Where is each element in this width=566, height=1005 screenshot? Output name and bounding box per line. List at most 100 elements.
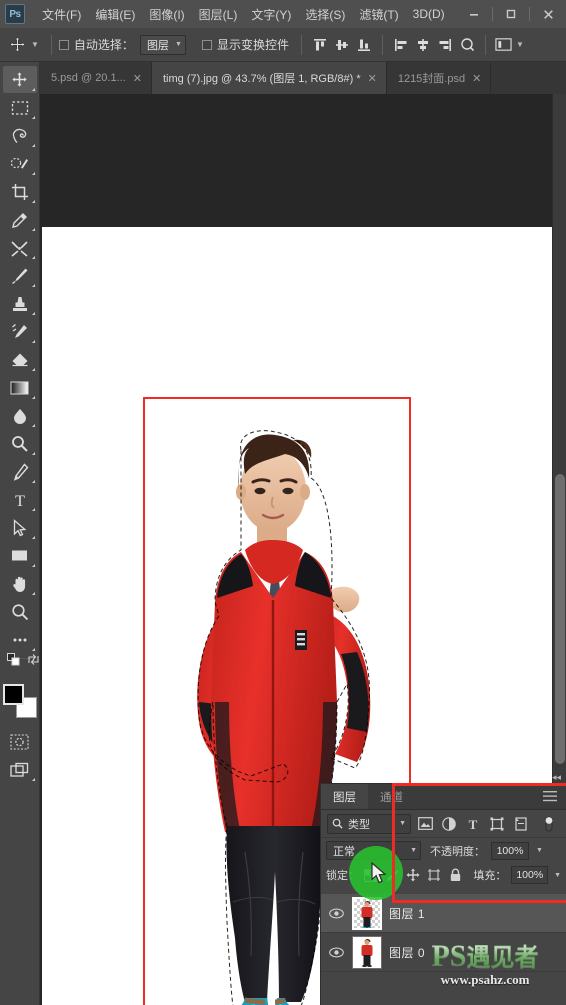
menu-type[interactable]: 文字(Y) xyxy=(244,4,298,25)
filter-smart-object-icon[interactable] xyxy=(511,814,531,834)
edit-toolbar-more-button[interactable] xyxy=(3,626,37,653)
opacity-chevron-down-icon[interactable]: ▼ xyxy=(536,847,543,854)
divider xyxy=(50,34,52,55)
document-tab-2[interactable]: timg (7).jpg @ 43.7% (图层 1, RGB/8#) * ✕ xyxy=(151,62,387,94)
opacity-value[interactable]: 100% xyxy=(491,841,529,860)
align-top-edges-icon[interactable] xyxy=(309,34,331,56)
color-swatches[interactable] xyxy=(2,684,37,718)
close-icon[interactable]: ✕ xyxy=(368,72,377,85)
layer-thumbnail[interactable] xyxy=(352,896,382,930)
lock-all-icon[interactable] xyxy=(446,866,465,885)
align-right-edges-icon[interactable] xyxy=(434,34,456,56)
align-bottom-edges-icon[interactable] xyxy=(353,34,375,56)
menu-file[interactable]: 文件(F) xyxy=(35,4,88,25)
clone-stamp-tool[interactable] xyxy=(3,290,37,317)
menu-layer[interactable]: 图层(L) xyxy=(192,4,245,25)
distribute-icon[interactable] xyxy=(456,34,478,56)
brush-tool[interactable] xyxy=(3,262,37,289)
tool-preset-chevron-down-icon[interactable]: ▼ xyxy=(31,40,39,49)
spot-healing-brush-tool[interactable] xyxy=(3,234,37,261)
gradient-tool[interactable] xyxy=(3,374,37,401)
maximize-button[interactable] xyxy=(493,0,529,28)
options-overflow-chevron-icon[interactable]: ▼ xyxy=(516,40,524,49)
path-selection-tool[interactable] xyxy=(3,514,37,541)
close-icon[interactable]: ✕ xyxy=(472,72,481,85)
eyedropper-tool[interactable] xyxy=(3,206,37,233)
arrange-3d-icon[interactable] xyxy=(493,34,515,56)
tool-group-corner xyxy=(31,536,35,539)
tab-channels-label: 通道 xyxy=(380,791,403,804)
rectangle-tool[interactable] xyxy=(3,542,37,569)
menu-3d[interactable]: 3D(D) xyxy=(406,5,452,23)
tab-channels[interactable]: 通道 xyxy=(368,784,415,809)
auto-select-scope-dropdown[interactable]: 图层 ▼ xyxy=(139,34,186,55)
panel-menu-icon[interactable] xyxy=(543,784,566,809)
photoshop-logo-icon: Ps xyxy=(5,4,25,24)
quick-selection-tool[interactable] xyxy=(3,150,37,177)
close-button[interactable] xyxy=(530,0,566,28)
scrollbar-thumb[interactable] xyxy=(555,474,565,764)
layer-thumbnail[interactable] xyxy=(352,935,382,969)
document-tab-1[interactable]: 5.psd @ 20.1... ✕ xyxy=(40,62,152,94)
layer-row-2[interactable]: 图层 0 xyxy=(321,933,566,972)
lock-transparent-pixels-icon[interactable] xyxy=(361,866,380,885)
layer-visibility-toggle[interactable] xyxy=(327,908,345,919)
blur-tool[interactable] xyxy=(3,402,37,429)
tab-layers[interactable]: 图层 xyxy=(321,784,368,809)
minimize-button[interactable] xyxy=(456,0,492,28)
menu-image[interactable]: 图像(I) xyxy=(142,4,191,25)
rectangular-marquee-tool[interactable] xyxy=(3,94,37,121)
align-vertical-centers-icon[interactable] xyxy=(331,34,353,56)
layers-panel: 图层 通道 类型 ▼ T 正常 ▼ 不透明度： 100% ▼ 锁定： 填充： 1… xyxy=(320,783,566,1005)
lock-position-icon[interactable] xyxy=(404,866,423,885)
change-screen-mode-button[interactable] xyxy=(3,756,37,783)
history-brush-tool[interactable] xyxy=(3,318,37,345)
crop-tool[interactable] xyxy=(3,178,37,205)
default-foreground-background-icon[interactable] xyxy=(0,653,20,671)
quick-mask-mode-button[interactable] xyxy=(3,728,37,755)
auto-select-checkbox[interactable] xyxy=(58,39,69,50)
show-transform-controls-checkbox[interactable] xyxy=(201,39,212,50)
swap-foreground-background-icon[interactable] xyxy=(27,653,40,669)
move-tool[interactable] xyxy=(2,66,37,93)
horizontal-type-tool[interactable]: T xyxy=(3,486,37,513)
pen-tool[interactable] xyxy=(3,458,37,485)
tool-group-corner xyxy=(31,284,35,287)
foreground-color-swatch[interactable] xyxy=(2,684,24,705)
blend-mode-dropdown[interactable]: 正常 ▼ xyxy=(326,841,421,860)
tool-group-corner xyxy=(31,424,35,427)
lock-image-pixels-icon[interactable] xyxy=(382,866,401,885)
tool-group-corner xyxy=(31,256,35,259)
layer-kind-dropdown[interactable]: 类型 ▼ xyxy=(327,813,411,834)
align-horizontal-centers-icon[interactable] xyxy=(412,34,434,56)
layer-name[interactable]: 图层 0 xyxy=(389,944,425,961)
filter-pixel-layers-icon[interactable] xyxy=(415,814,435,834)
filter-type-layers-icon[interactable]: T xyxy=(463,814,483,834)
menu-select[interactable]: 选择(S) xyxy=(298,4,352,25)
fill-value[interactable]: 100% xyxy=(511,866,549,884)
dodge-tool[interactable] xyxy=(3,430,37,457)
lock-artboard-nesting-icon[interactable] xyxy=(425,866,444,885)
align-left-edges-icon[interactable] xyxy=(390,34,412,56)
hand-tool[interactable] xyxy=(3,570,37,597)
layer-name[interactable]: 图层 1 xyxy=(389,905,425,922)
move-tool-icon[interactable] xyxy=(4,33,30,57)
zoom-tool[interactable] xyxy=(3,598,37,625)
close-icon[interactable]: ✕ xyxy=(133,72,142,85)
filter-adjustment-layers-icon[interactable] xyxy=(439,814,459,834)
filter-enable-toggle[interactable] xyxy=(538,814,560,834)
document-tab-3[interactable]: 1215封面.psd ✕ xyxy=(386,62,492,94)
fill-chevron-down-icon[interactable]: ▼ xyxy=(554,872,561,879)
layer-row-1[interactable]: 图层 1 xyxy=(321,894,566,933)
collapse-panels-icon[interactable]: ◂◂ xyxy=(552,772,561,783)
svg-text:T: T xyxy=(469,817,478,831)
filter-shape-layers-icon[interactable] xyxy=(487,814,507,834)
tool-group-corner xyxy=(31,312,35,315)
menu-filter[interactable]: 滤镜(T) xyxy=(352,4,405,25)
menu-edit[interactable]: 编辑(E) xyxy=(88,4,142,25)
eraser-tool[interactable] xyxy=(3,346,37,373)
tool-group-corner xyxy=(31,778,35,781)
tool-group-corner xyxy=(31,648,35,651)
layer-visibility-toggle[interactable] xyxy=(327,947,345,958)
lasso-tool[interactable] xyxy=(3,122,37,149)
